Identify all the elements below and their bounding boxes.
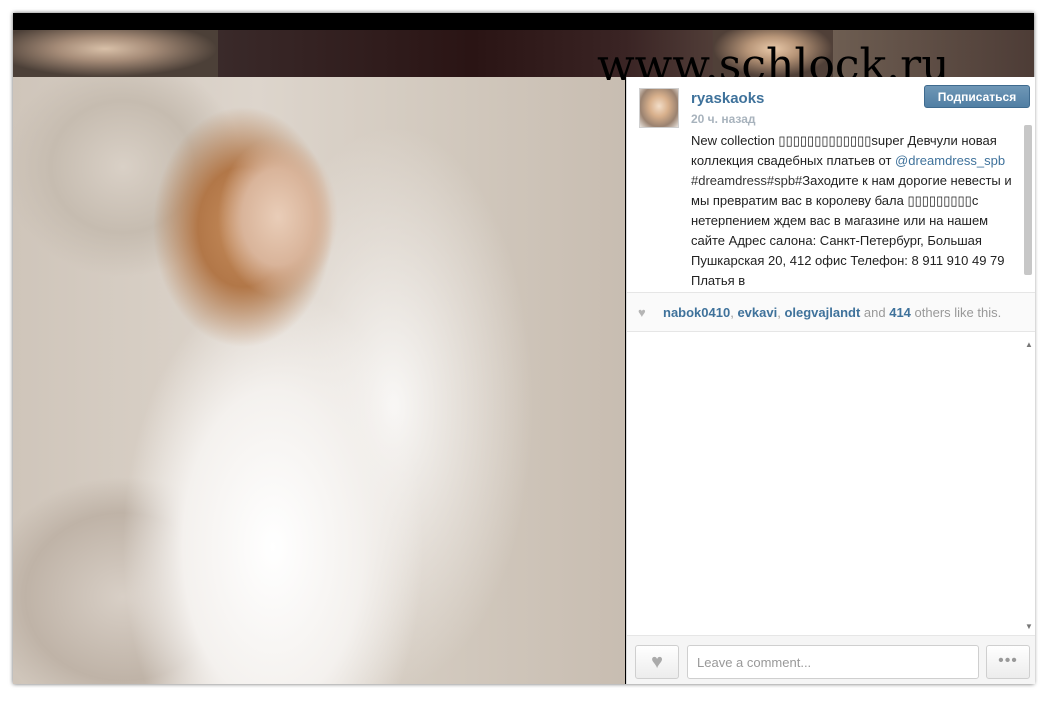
likes-and: and [860, 305, 890, 320]
more-options-button[interactable]: ••• [986, 645, 1030, 679]
post-timestamp[interactable]: 20 ч. назад [691, 112, 755, 126]
avatar[interactable] [639, 88, 679, 128]
heart-icon: ♥ [651, 651, 663, 673]
comment-input[interactable] [687, 645, 979, 679]
comments-list [627, 332, 1035, 635]
liker-link[interactable]: olegvajlandt [784, 305, 860, 320]
like-button[interactable]: ♥ [635, 645, 679, 679]
scroll-down-arrow-icon[interactable]: ▼ [1025, 622, 1033, 631]
post-details-panel: ryaskaoks 20 ч. назад Подписаться New co… [626, 77, 1035, 684]
scroll-up-arrow-icon[interactable]: ▲ [1025, 340, 1033, 349]
liker-link[interactable]: evkavi [737, 305, 777, 320]
caption-text: New collection ▯▯▯▯▯▯▯▯▯▯▯▯▯super Девчул… [691, 131, 1017, 289]
caption-part2: Заходите к нам дорогие невесты и мы прев… [691, 173, 1012, 288]
liker-link[interactable]: nabok0410 [663, 305, 730, 320]
heart-icon: ♥ [638, 305, 646, 320]
caption-scrollbar[interactable] [1023, 123, 1033, 289]
post-username[interactable]: ryaskaoks [691, 90, 764, 107]
post-photo[interactable] [13, 77, 625, 684]
caption-mention-link[interactable]: @dreamdress_spb [895, 153, 1005, 168]
likes-summary: nabok0410, evkavi, olegvajlandt and 414 … [663, 305, 1001, 320]
caption-hashtags[interactable]: #dreamdress#spb# [691, 173, 802, 188]
caption-container[interactable]: New collection ▯▯▯▯▯▯▯▯▯▯▯▯▯super Девчул… [691, 131, 1017, 289]
likes-count[interactable]: 414 [889, 305, 911, 320]
likes-suffix: others like this. [910, 305, 1002, 320]
caption-scrollbar-thumb[interactable] [1024, 125, 1032, 275]
follow-button[interactable]: Подписаться [924, 85, 1030, 108]
background-thumbnail [13, 30, 218, 77]
